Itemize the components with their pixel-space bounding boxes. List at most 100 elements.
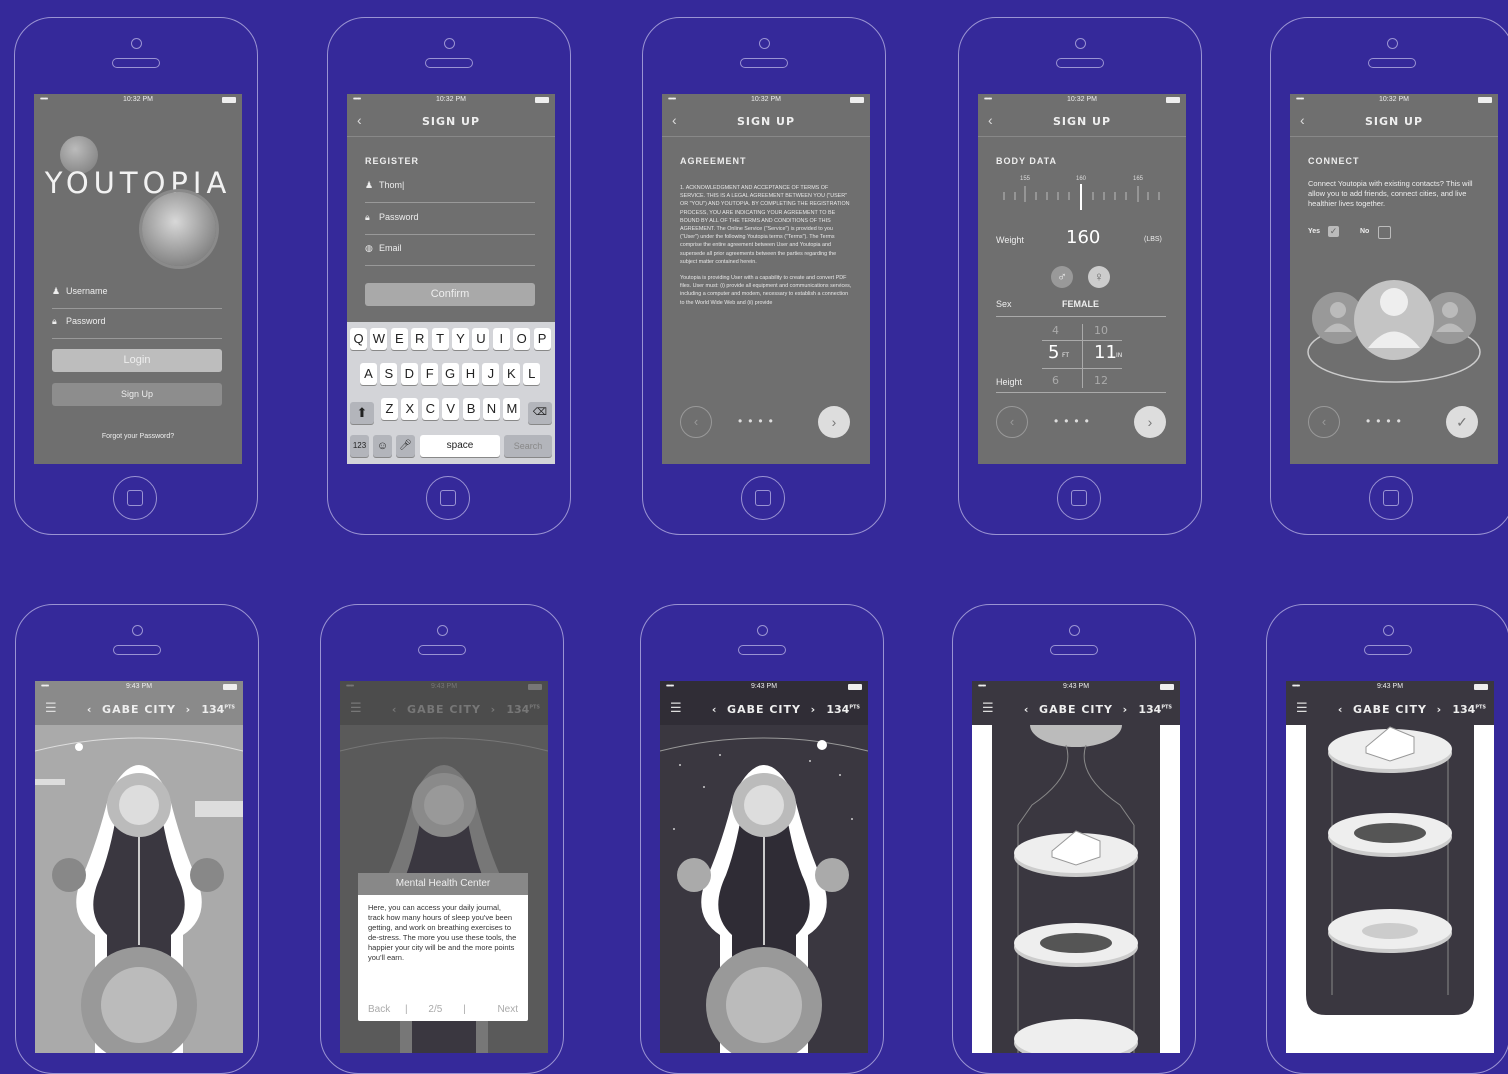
previous-button[interactable]: ‹ bbox=[680, 406, 712, 438]
yes-label: Yes bbox=[1308, 228, 1321, 235]
key-g[interactable]: G bbox=[441, 363, 459, 385]
key-m[interactable]: M bbox=[503, 398, 521, 420]
key-x[interactable]: X bbox=[401, 398, 419, 420]
next-button[interactable]: › bbox=[818, 406, 850, 438]
status-bar: ••••• 9:43 PM bbox=[340, 681, 548, 693]
forgot-password-link[interactable]: Forgot your Password? bbox=[34, 433, 242, 440]
key-h[interactable]: H bbox=[462, 363, 479, 385]
home-button[interactable] bbox=[1369, 476, 1413, 520]
height-divider bbox=[1082, 324, 1083, 388]
key-j[interactable]: J bbox=[482, 363, 500, 385]
sex-value: FEMALE bbox=[1062, 299, 1099, 309]
battery-icon bbox=[850, 97, 864, 103]
name-field[interactable]: ♟ Thom| bbox=[365, 180, 535, 203]
key-i[interactable]: I bbox=[492, 328, 510, 350]
home-button[interactable] bbox=[1057, 476, 1101, 520]
key-c[interactable]: C bbox=[421, 398, 439, 420]
signup-button[interactable]: Sign Up bbox=[52, 383, 222, 406]
battery-icon bbox=[223, 684, 237, 690]
sex-label: Sex bbox=[996, 299, 1012, 309]
tooltip-next-button[interactable]: Next bbox=[497, 1004, 518, 1015]
tooltip-title: Mental Health Center bbox=[358, 873, 528, 895]
login-button[interactable]: Login bbox=[52, 349, 222, 372]
key-t[interactable]: T bbox=[431, 328, 449, 350]
key-y[interactable]: Y bbox=[452, 328, 469, 350]
space-key[interactable]: space bbox=[420, 435, 500, 457]
key-p[interactable]: P bbox=[533, 328, 551, 350]
agreement-screen: ••••• 10:32 PM ‹ SIGN UP AGREEMENT 1. ACKN… bbox=[662, 94, 870, 464]
yes-checkbox[interactable]: ✓ bbox=[1328, 226, 1339, 237]
previous-button[interactable]: ‹ bbox=[1308, 406, 1340, 438]
done-check-button[interactable]: ✓ bbox=[1446, 406, 1478, 438]
status-bar: ••••• 10:32 PM bbox=[662, 94, 870, 106]
picker-line-top bbox=[1042, 340, 1122, 341]
city-tooltip-screen: ••••• 9:43 PM ☰ ‹ GABE CITY › 134PTS Ment… bbox=[340, 681, 548, 1053]
password-field[interactable]: 🔒︎ Password bbox=[365, 212, 535, 235]
tooltip-page: 2/5 bbox=[428, 1004, 443, 1015]
battery-icon bbox=[222, 97, 236, 103]
city-name: GABE CITY bbox=[1039, 703, 1113, 716]
previous-button[interactable]: ‹ bbox=[996, 406, 1028, 438]
key-o[interactable]: O bbox=[513, 328, 531, 350]
city-name: GABE CITY bbox=[1353, 703, 1427, 716]
key-d[interactable]: D bbox=[400, 363, 418, 385]
key-s[interactable]: S bbox=[380, 363, 398, 385]
home-button[interactable] bbox=[741, 476, 785, 520]
shift-key[interactable]: ⬆ bbox=[350, 402, 374, 424]
key-r[interactable]: R bbox=[411, 328, 429, 350]
info-tooltip: Mental Health Center Here, you can acces… bbox=[358, 873, 528, 1021]
keyboard-row-1: QWERTYUIOP bbox=[347, 328, 555, 354]
camera bbox=[1387, 38, 1398, 49]
weight-unit: (LBS) bbox=[1144, 236, 1162, 243]
username-label: Username bbox=[66, 286, 108, 296]
nav-title: SIGN UP bbox=[736, 115, 796, 128]
height-label: Height bbox=[996, 377, 1023, 387]
nav-title: SIGN UP bbox=[1052, 115, 1112, 128]
email-field[interactable]: ◍ Email bbox=[365, 243, 535, 266]
key-e[interactable]: E bbox=[390, 328, 408, 350]
phone-city-tooltip: ••••• 9:43 PM ☰ ‹ GABE CITY › 134PTS Ment… bbox=[320, 604, 564, 1074]
home-button[interactable] bbox=[113, 476, 157, 520]
tooltip-back-button[interactable]: Back bbox=[368, 1004, 390, 1015]
speaker bbox=[112, 58, 160, 68]
phone-register: ••••• 10:32 PM ‹ SIGN UP REGISTER ♟ Thom| 🔒… bbox=[327, 17, 571, 535]
agreement-paragraph-2: Youtopia is providing User with a capabi… bbox=[680, 275, 852, 306]
username-field[interactable]: ♟ Username bbox=[52, 286, 222, 309]
key-n[interactable]: N bbox=[483, 398, 500, 420]
speaker bbox=[425, 58, 473, 68]
home-button[interactable] bbox=[426, 476, 470, 520]
female-icon[interactable]: ♀ bbox=[1088, 266, 1110, 288]
battery-icon bbox=[848, 684, 862, 690]
next-button[interactable]: › bbox=[1134, 406, 1166, 438]
delete-key[interactable]: ⌫ bbox=[528, 402, 552, 424]
nav-title: SIGN UP bbox=[421, 115, 481, 128]
city-app-bar: ☰ ‹ GABE CITY › 134PTS bbox=[660, 693, 868, 725]
status-bar: ••••• 10:32 PM bbox=[978, 94, 1186, 106]
weight-ruler[interactable]: 155 160 165 bbox=[996, 176, 1166, 216]
no-checkbox[interactable] bbox=[1378, 226, 1391, 239]
weight-value: 160 bbox=[1066, 227, 1101, 248]
status-time: 10:32 PM bbox=[751, 96, 781, 103]
key-z[interactable]: Z bbox=[381, 398, 398, 420]
key-k[interactable]: K bbox=[502, 363, 520, 385]
mic-key[interactable]: 🎤︎ bbox=[396, 435, 415, 457]
confirm-button[interactable]: Confirm bbox=[365, 283, 535, 306]
numbers-key[interactable]: 123 bbox=[350, 435, 369, 457]
emoji-key[interactable]: ☺ bbox=[373, 435, 392, 457]
moon-icon bbox=[817, 740, 827, 750]
key-b[interactable]: B bbox=[462, 398, 480, 420]
phone-body-data: ••••• 10:32 PM ‹ SIGN UP BODY DATA 155 160… bbox=[958, 17, 1202, 535]
search-key[interactable]: Search bbox=[504, 435, 552, 457]
key-v[interactable]: V bbox=[442, 398, 460, 420]
male-icon[interactable]: ♂ bbox=[1051, 266, 1073, 288]
key-f[interactable]: F bbox=[421, 363, 439, 385]
globe-icon: ◍ bbox=[365, 243, 373, 253]
key-u[interactable]: U bbox=[472, 328, 490, 350]
key-q[interactable]: Q bbox=[350, 328, 367, 350]
password-field[interactable]: 🔒︎ Password bbox=[52, 316, 222, 339]
key-w[interactable]: W bbox=[370, 328, 388, 350]
city-app-bar: ☰ ‹ GABE CITY › 134PTS bbox=[340, 693, 548, 725]
key-a[interactable]: A bbox=[360, 363, 377, 385]
key-l[interactable]: L bbox=[523, 363, 541, 385]
city-app-bar: ☰ ‹ GABE CITY › 134PTS bbox=[972, 693, 1180, 725]
